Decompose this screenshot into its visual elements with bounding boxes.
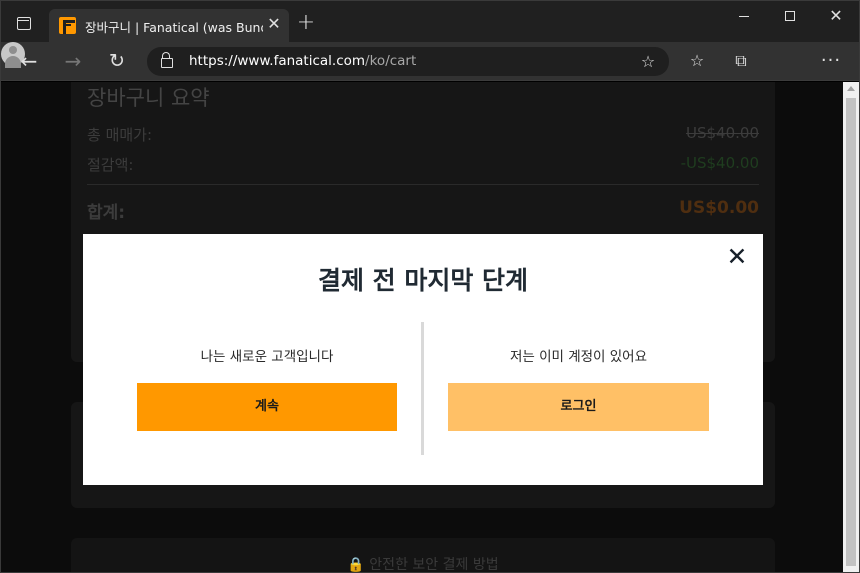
secure-payment-text: 🔒 안전한 보안 결제 방법 [347,557,499,573]
tab-title: 장바구니 | Fanatical (was Bundle [85,20,263,35]
lock-icon[interactable] [161,52,173,68]
tab-close-icon[interactable]: ✕ [265,15,283,33]
scrollbar-thumb[interactable] [846,98,856,566]
title-bar: 장바구니 | Fanatical (was Bundle ✕ + ✕ [1,1,859,42]
forward-arrow-icon[interactable]: → [61,49,85,73]
subtotal-value: US$40.00 [686,124,759,142]
continue-button[interactable]: 계속 [137,383,397,431]
vertical-scrollbar[interactable] [843,82,859,572]
modal-column-divider [421,322,424,455]
url-main: https://www.fanatical.com [189,53,366,69]
new-customer-label: 나는 새로운 고객입니다 [200,349,334,365]
total-label: 합계: [87,203,126,223]
discount-label: 절감액: [87,156,134,174]
secure-payment-card: 🔒 안전한 보안 결제 방법 [71,538,775,573]
address-bar[interactable]: https://www.fanatical.com/ko/cart ☆ [147,47,669,76]
existing-account-label: 저는 이미 계정이 있어요 [509,349,648,365]
checkout-modal: ✕ 결제 전 마지막 단계 나는 새로운 고객입니다 계속 저는 이미 계정이 … [83,234,763,485]
scroll-up-arrow-icon[interactable] [847,86,855,91]
browser-window: 장바구니 | Fanatical (was Bundle ✕ + ✕ ← → ↻… [0,0,860,573]
new-tab-button[interactable]: + [295,12,317,35]
modal-title: 결제 전 마지막 단계 [317,266,529,295]
window-close-button[interactable]: ✕ [813,1,859,33]
more-menu-icon[interactable]: ··· [819,49,843,73]
fanatical-favicon-icon [59,17,76,34]
subtotal-label: 총 매매가: [87,126,153,144]
favorites-icon[interactable]: ☆ [685,49,709,73]
collections-icon[interactable]: ⧉ [729,49,753,73]
minimize-icon [739,16,749,17]
total-value: US$0.00 [679,198,759,218]
maximize-icon [785,11,795,21]
navigation-bar: ← → ↻ https://www.fanatical.com/ko/cart … [1,42,859,81]
minimize-button[interactable] [721,1,767,33]
url-text: https://www.fanatical.com/ko/cart [189,53,416,69]
url-path: /ko/cart [365,53,417,69]
tab-actions-button[interactable] [11,11,39,39]
login-button[interactable]: 로그인 [448,383,709,431]
tab-cart[interactable]: 장바구니 | Fanatical (was Bundle ✕ [49,9,289,42]
summary-divider [87,184,759,185]
refresh-icon[interactable]: ↻ [105,49,129,73]
cart-summary-title: 장바구니 요약 [87,86,210,110]
add-favorite-star-icon[interactable]: ☆ [637,51,659,73]
discount-value: -US$40.00 [680,154,759,172]
tab-actions-icon [17,17,31,30]
maximize-button[interactable] [767,1,813,33]
